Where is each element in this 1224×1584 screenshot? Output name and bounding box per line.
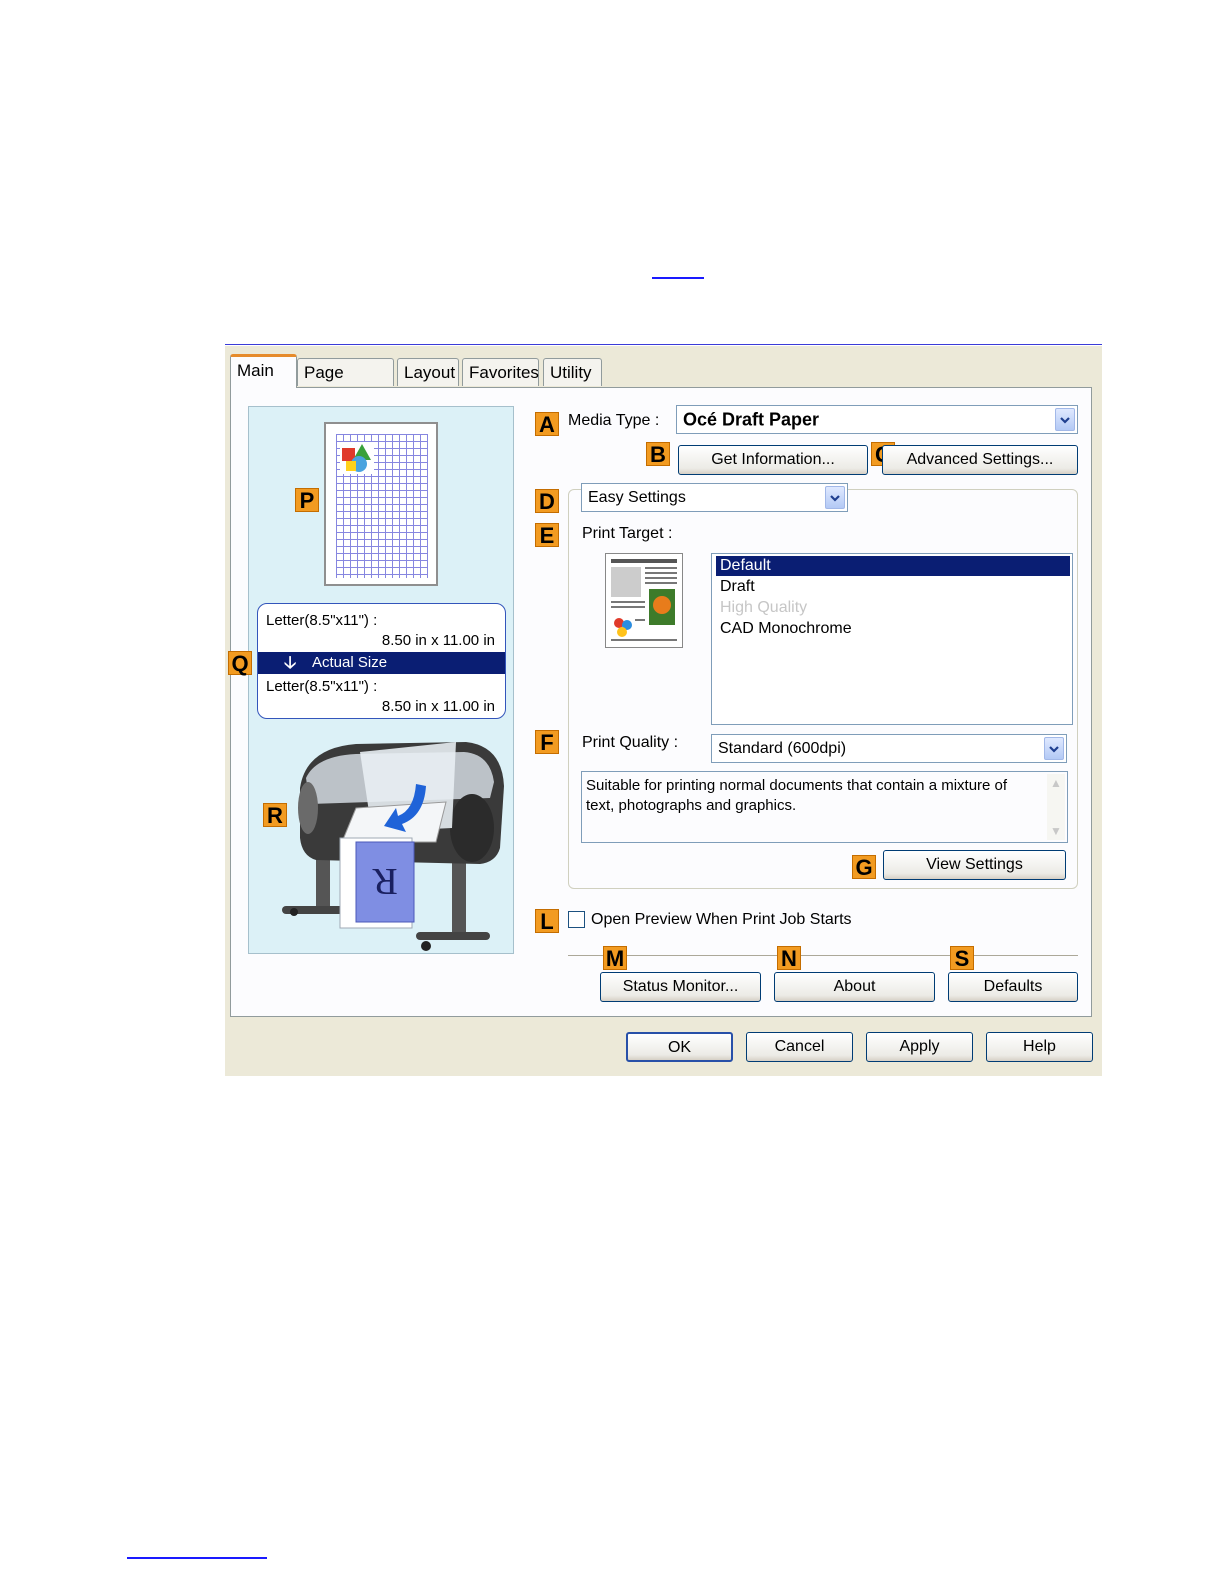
defaults-button[interactable]: Defaults [948,972,1078,1002]
advanced-settings-button[interactable]: Advanced Settings... [882,445,1078,475]
scaling-mode-label: Actual Size [312,654,388,671]
print-quality-value: Standard (600dpi) [718,739,847,757]
tab-main[interactable]: Main [230,354,297,388]
badge-s: S [950,946,974,970]
badge-q: Q [228,651,252,675]
print-target-list[interactable]: Default Draft High Quality CAD Monochrom… [711,553,1073,725]
dialog-top-border [225,344,1102,345]
badge-f: F [535,730,559,754]
status-monitor-button[interactable]: Status Monitor... [600,972,761,1002]
badge-l: L [535,909,559,933]
description-line-2: text, photographs and graphics. [586,797,797,814]
separator [568,955,1078,956]
media-type-label: Media Type : [568,412,660,429]
get-information-button[interactable]: Get Information... [678,445,868,475]
page-preview-shapes [340,442,374,474]
chevron-down-icon [825,486,845,509]
original-size-name: Letter(8.5"x11") : [266,612,378,629]
tab-favorites[interactable]: Favorites [462,358,539,386]
badge-d: D [535,489,559,513]
open-preview-label[interactable]: Open Preview When Print Job Starts [591,911,852,929]
badge-a: A [535,412,559,436]
output-size-dims: 8.50 in x 11.00 in [381,698,495,715]
printer-illustration: R [282,742,504,951]
output-sheet-letter: R [372,860,398,902]
page-size-panel: Letter(8.5"x11") : 8.50 in x 11.00 in 🡣 … [257,603,506,719]
list-item: High Quality [720,599,808,616]
tab-utility[interactable]: Utility [543,358,602,386]
chevron-down-icon [1044,737,1064,760]
badge-m: M [603,946,627,970]
apply-button[interactable]: Apply [866,1032,973,1062]
print-target-preview [605,553,683,648]
about-button[interactable]: About [774,972,935,1002]
scaling-mode-bar[interactable]: 🡣 Actual Size [258,652,505,674]
badge-r: R [263,803,287,827]
list-item[interactable]: CAD Monochrome [716,619,1070,639]
help-button[interactable]: Help [986,1032,1093,1062]
tab-page-setup[interactable]: Page Setup [297,358,394,410]
badge-g: G [852,855,876,879]
cancel-button[interactable]: Cancel [746,1032,853,1062]
open-preview-checkbox[interactable] [568,911,585,928]
settings-mode-value: Easy Settings [588,488,686,506]
scroll-up-icon[interactable]: ▲ [1047,774,1065,792]
print-quality-select[interactable]: Standard (600dpi) [711,734,1067,763]
list-item[interactable]: Draft [716,577,1070,597]
output-size-name: Letter(8.5"x11") : [266,678,378,695]
badge-p: P [295,488,319,512]
tab-layout[interactable]: Layout [397,358,459,386]
scroll-down-icon[interactable]: ▼ [1047,822,1065,840]
print-quality-label: Print Quality : [582,734,679,751]
settings-mode-select[interactable]: Easy Settings [581,483,848,512]
chevron-down-icon [1055,408,1075,431]
original-size-dims: 8.50 in x 11.00 in [381,632,495,649]
print-target-label: Print Target : [582,525,673,542]
media-type-select[interactable]: Océ Draft Paper [676,405,1078,434]
description-scrollbar[interactable]: ▲ ▼ [1047,774,1065,840]
view-settings-button[interactable]: View Settings [883,850,1066,880]
page-link-underline[interactable] [652,277,704,279]
description-line-1: Suitable for printing normal documents t… [586,777,1008,794]
badge-e: E [535,523,559,547]
ok-button[interactable]: OK [626,1032,733,1062]
media-type-value: Océ Draft Paper [683,409,820,429]
footer-link-underline[interactable] [127,1557,267,1559]
badge-n: N [777,946,801,970]
arrow-down-icon: 🡣 [284,653,297,672]
badge-b: B [646,442,670,466]
print-quality-description: Suitable for printing normal documents t… [581,771,1068,843]
list-item[interactable]: Default [716,556,1070,576]
